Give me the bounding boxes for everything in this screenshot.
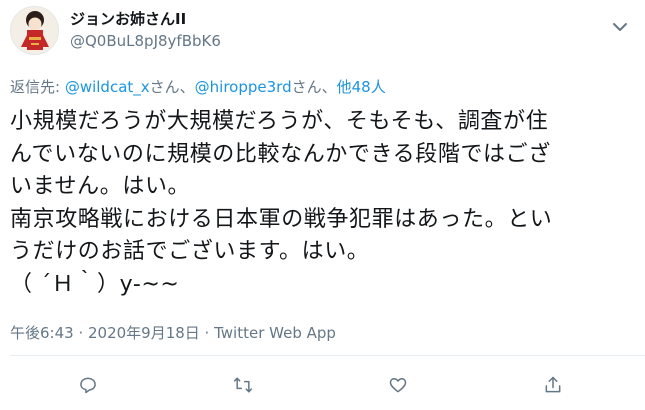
mention-link[interactable]: @hiroppe3rd [195, 78, 292, 96]
tweet-text-line: 小規模だろうが大規模だろうが、そもそも、調査が住 [10, 109, 549, 134]
tweet-text-line: うだけのお話でございます。はい。 [10, 239, 370, 264]
like-icon [389, 378, 407, 393]
tweet-timestamp[interactable]: 午後6:43 · 2020年9月18日 · Twitter Web App [10, 322, 336, 343]
mention-link[interactable]: @wildcat_x [65, 78, 150, 96]
others-link[interactable]: 他48人 [337, 78, 386, 96]
share-icon [545, 376, 561, 393]
reply-separator: さん、 [149, 78, 195, 96]
divider [10, 355, 645, 356]
action-bar [0, 370, 645, 404]
user-handle[interactable]: @Q0BuL8pJ8yfBbK6 [70, 30, 221, 52]
like-button[interactable] [385, 372, 411, 398]
retweet-icon [233, 377, 253, 393]
reply-prefix: 返信先: [10, 78, 65, 96]
author-names: ジョンお姉さんII @Q0BuL8pJ8yfBbK6 [70, 8, 221, 52]
reply-to-line: 返信先: @wildcat_xさん、@hiroppe3rdさん、他48人 [10, 76, 386, 97]
reply-icon [80, 377, 96, 394]
tweet-text-line: いません。はい。 [10, 174, 191, 199]
tweet-text-line: （ ´Ｈ｀）y-~~ [10, 271, 180, 297]
avatar-illustration [11, 7, 58, 54]
tweet-header: ジョンお姉さんII @Q0BuL8pJ8yfBbK6 [10, 6, 635, 62]
avatar[interactable] [10, 6, 59, 55]
tweet-text-line: 南京攻略戦における日本軍の戦争犯罪はあった。とい [10, 206, 553, 232]
reply-separator: さん、 [291, 78, 337, 96]
retweet-button[interactable] [230, 372, 256, 398]
display-name[interactable]: ジョンお姉さんII [70, 8, 221, 30]
reply-button[interactable] [75, 372, 101, 398]
tweet-text-line: んでいないのに規模の比較なんかできる段階ではござ [10, 141, 551, 167]
chevron-down-icon[interactable] [609, 16, 631, 38]
tweet-text: 小規模だろうが大規模だろうが、そもそも、調査が住 んでいないのに規模の比較なんか… [10, 106, 632, 301]
share-button[interactable] [540, 372, 566, 398]
